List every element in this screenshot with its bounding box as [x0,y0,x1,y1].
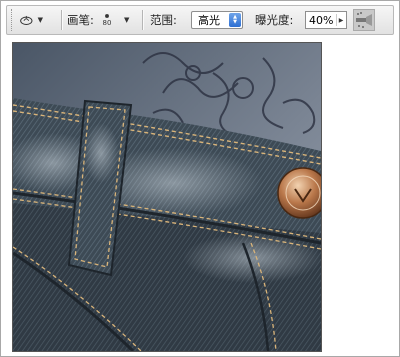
options-bar: ▼ 画笔: 80 ▼ 范围: 高光 ▲ ▼ 曝光度: 40% ▶ [6,5,394,35]
select-stepper-icon[interactable]: ▲ ▼ [229,13,241,27]
dodge-tool-icon [20,15,33,25]
exposure-label: 曝光度: [255,13,294,27]
range-label: 范围: [150,13,177,27]
exposure-label-wrap: 曝光度: [255,6,293,34]
jeans-image [13,43,321,351]
toolbar-divider [142,10,144,30]
exposure-input[interactable]: 40% ▶ [305,11,347,29]
airbrush-icon [356,12,372,28]
toolbar-divider [61,10,63,30]
brush-label-wrap: 画笔: [67,6,94,34]
airbrush-button[interactable] [353,9,375,31]
toolbar-grip[interactable] [11,9,15,31]
brush-caret-wrap: ▼ [124,6,129,34]
brush-tip-icon [105,13,109,18]
tool-preset-picker[interactable]: ▼ [19,6,43,34]
range-select-value: 高光 [198,14,220,27]
document-canvas[interactable] [12,42,322,352]
exposure-value: 40% [309,13,334,27]
brush-size-value: 80 [102,18,112,27]
brush-label: 画笔: [67,13,94,27]
brush-picker[interactable]: 80 [95,6,119,34]
chevron-right-icon[interactable]: ▶ [336,14,345,26]
chevron-down-icon[interactable]: ▼ [124,16,129,24]
chevron-down-icon[interactable]: ▼ [38,16,43,24]
range-label-wrap: 范围: [150,6,177,34]
range-select[interactable]: 高光 ▲ ▼ [191,11,243,29]
